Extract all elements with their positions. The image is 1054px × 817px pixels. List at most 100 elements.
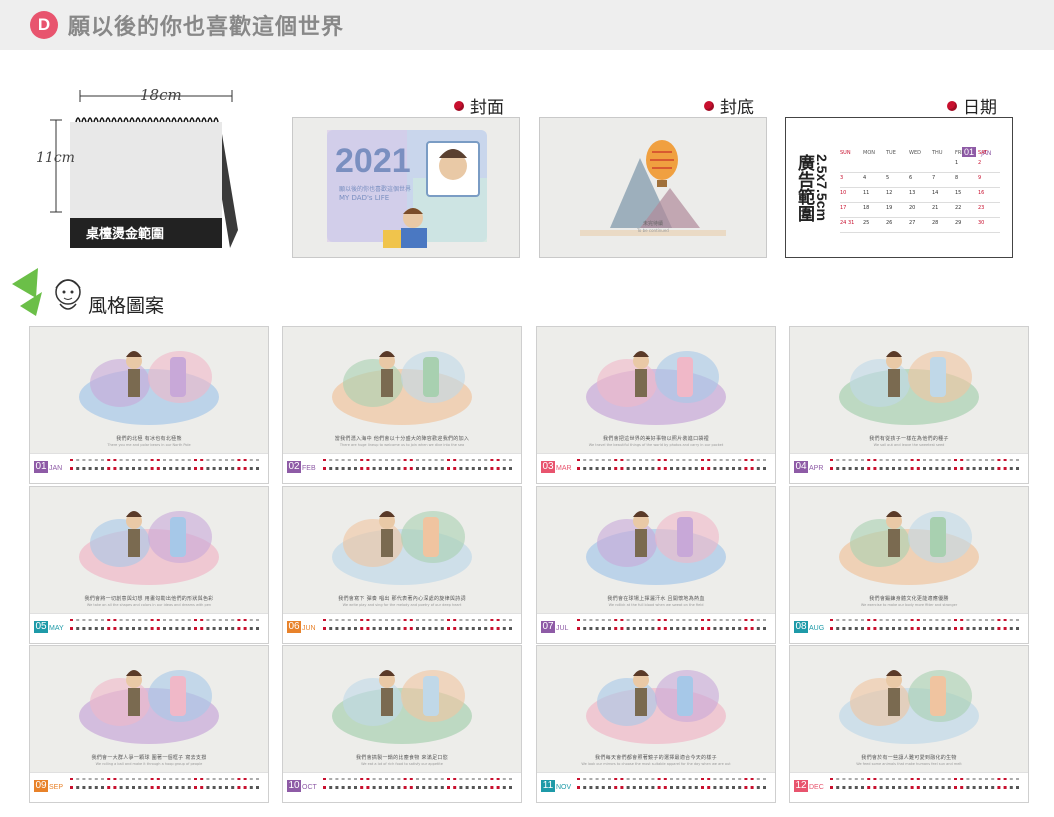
date-calendar-panel: 廣告範圍 2.5x7.5cm 01 JAN SUN MON TUE WED THU FRI… <box>785 117 1013 258</box>
calendar-rule <box>840 232 1000 233</box>
day-numbers <box>577 619 766 630</box>
width-dimension: 18cm <box>140 86 182 104</box>
month-card-oct: 我們會搞製一鍋的比塵食物 來滿足口慾 We eat a lot of rich f… <box>282 645 522 803</box>
section-title: 願以後的你也喜歡這個世界 <box>68 15 345 40</box>
back-panel: 未完待續 To be continued <box>539 117 767 258</box>
day-numbers <box>70 459 259 470</box>
month-number: 04 <box>794 461 808 473</box>
back-label: 封底 <box>704 93 754 118</box>
day-numbers <box>577 459 766 470</box>
month-caption: 我們會寫下 彈奏 唱出 那代表著內心深處的旋律與詩詞 <box>338 596 466 602</box>
month-name: APR <box>809 465 824 472</box>
month-card-jan: 我們的北極 有冰也有北極熊 There you me and polar bear… <box>29 326 269 484</box>
month-caption: 我們有從孩子一樣在為他們的種子 <box>869 436 949 442</box>
month-day-row <box>575 618 771 636</box>
calendar-day: 17 <box>840 205 847 211</box>
calendar-day: 18 <box>863 205 870 211</box>
month-caption-english: There are huge lineup to welcome us to j… <box>339 443 465 447</box>
month-number: 07 <box>541 621 555 633</box>
month-number: 09 <box>34 780 48 792</box>
day-numbers <box>70 778 259 789</box>
calendar-day: 16 <box>978 190 985 196</box>
calendar-day: 3 <box>840 175 844 181</box>
month-card-jul: 我們會在球場上揮灑汗水 且開懷地為熱血 We rollick at the ful… <box>536 486 776 644</box>
calendar-day: 13 <box>909 190 916 196</box>
ad-area-size: 2.5x7.5cm <box>814 154 830 221</box>
calendar-rule <box>840 172 1000 173</box>
illustration-art <box>332 351 472 425</box>
illustration-art <box>332 511 472 585</box>
month-caption: 我們的北極 有冰也有北極熊 <box>116 436 182 442</box>
day-numbers <box>323 619 512 630</box>
doodle-icon <box>12 268 81 316</box>
day-numbers <box>830 459 1019 470</box>
illustration-art <box>586 670 726 744</box>
calendar-day: 4 <box>863 175 867 181</box>
month-name: OCT <box>302 784 317 791</box>
month-day-row <box>68 777 264 795</box>
calendar-day: 24 31 <box>840 220 855 226</box>
calendar-weekday: TUE <box>886 150 896 156</box>
calendar-day: 19 <box>886 205 893 211</box>
bullet-icon <box>704 101 714 111</box>
month-number: 10 <box>287 780 301 792</box>
month-caption: 我們會把這世界的美好事物以照片裝進口袋裡 <box>602 436 709 442</box>
section-badge: D <box>30 11 58 39</box>
month-name: SEP <box>49 784 64 791</box>
illustration-art <box>79 351 219 425</box>
cover-english: MY DAD's LIFE <box>339 194 390 202</box>
month-card-nov: 我們每天會們都會照著鏡子的選擇最適合今天的樣子 We look our mirro… <box>536 645 776 803</box>
calendar-day: 9 <box>978 175 982 181</box>
month-caption: 我們會一大群人爭一顆球 圍著一個框子 寫去支撐 <box>91 755 207 761</box>
section-header: D 願以後的你也喜歡這個世界 <box>0 0 1054 50</box>
calendar-day: 21 <box>932 205 939 211</box>
month-day-row <box>575 458 771 476</box>
illustration-art <box>79 511 219 585</box>
cover-panel: 2021 願以後的你也喜歡這個世界 MY DAD's LIFE <box>292 117 520 258</box>
desk-calendar-diagram: 18cm 11cm 桌檯燙金範圍 <box>36 80 250 250</box>
illustration-art <box>79 670 219 744</box>
month-caption-english: We travel the beautiful things of the wo… <box>588 443 724 447</box>
month-caption: 我們會將一切創意與幻想 用畫勾勒出他們的形狀與色彩 <box>84 596 214 602</box>
month-caption-english: We eat a lot of rich food to satisfy our… <box>361 762 443 766</box>
calendar-day: 27 <box>909 220 916 226</box>
month-caption-english: We exercise to make our body more fitter… <box>860 603 958 607</box>
month-card-feb: 當我們潛入海中 他們會以十分盛大的陣容歡迎我們的加入 There are huge… <box>282 326 522 484</box>
month-caption: 當我們潛入海中 他們會以十分盛大的陣容歡迎我們的加入 <box>334 436 470 442</box>
calendar-rule <box>840 187 1000 188</box>
calendar-day: 26 <box>886 220 893 226</box>
calendar-day: 30 <box>978 220 985 226</box>
month-card-apr: 我們有從孩子一樣在為他們的種子 We sail out and leave the… <box>789 326 1029 484</box>
month-day-row <box>828 618 1024 636</box>
month-day-row <box>321 618 517 636</box>
day-numbers <box>323 778 512 789</box>
hot-stamp-area-label: 桌檯燙金範圍 <box>86 227 165 242</box>
cover-label: 封面 <box>454 93 504 118</box>
illustration-art <box>586 511 726 585</box>
month-name: JAN <box>49 465 63 472</box>
back-text-en: To be continued <box>637 228 669 233</box>
calendar-day: 1 <box>955 160 959 166</box>
calendar-ad-area: 廣告範圍 2.5x7.5cm <box>792 154 832 250</box>
calendar-weekday: SUN <box>840 150 851 156</box>
illustration-art <box>586 351 726 425</box>
month-caption-english: We rolling a ball and make it through a … <box>95 762 203 766</box>
month-name: MAR <box>556 465 572 472</box>
month-caption: 我們會鍛鍊身體文化更能適應優勝 <box>869 596 949 602</box>
month-number: 08 <box>794 621 808 633</box>
calendar-rule <box>840 202 1000 203</box>
calendar-day: 22 <box>955 205 962 211</box>
back-text-zh: 未完待續 <box>642 221 663 227</box>
calendar-day: 14 <box>932 190 939 196</box>
calendar-day: 10 <box>840 190 847 196</box>
month-number: 12 <box>794 780 808 792</box>
month-day-row <box>828 458 1024 476</box>
month-caption: 我們會搞製一鍋的比塵食物 來滿足口慾 <box>356 755 448 761</box>
month-name: MAY <box>49 625 64 632</box>
month-name: JUL <box>556 625 569 632</box>
height-dimension: 11cm <box>36 150 75 166</box>
month-card-sep: 我們會一大群人爭一顆球 圍著一個框子 寫去支撐 We rolling a ball… <box>29 645 269 803</box>
month-card-aug: 我們會鍛鍊身體文化更能適應優勝 We exercise to make our b… <box>789 486 1029 644</box>
month-name: FEB <box>302 465 316 472</box>
month-caption-english: We take on all the shapes and colors in … <box>86 603 212 607</box>
